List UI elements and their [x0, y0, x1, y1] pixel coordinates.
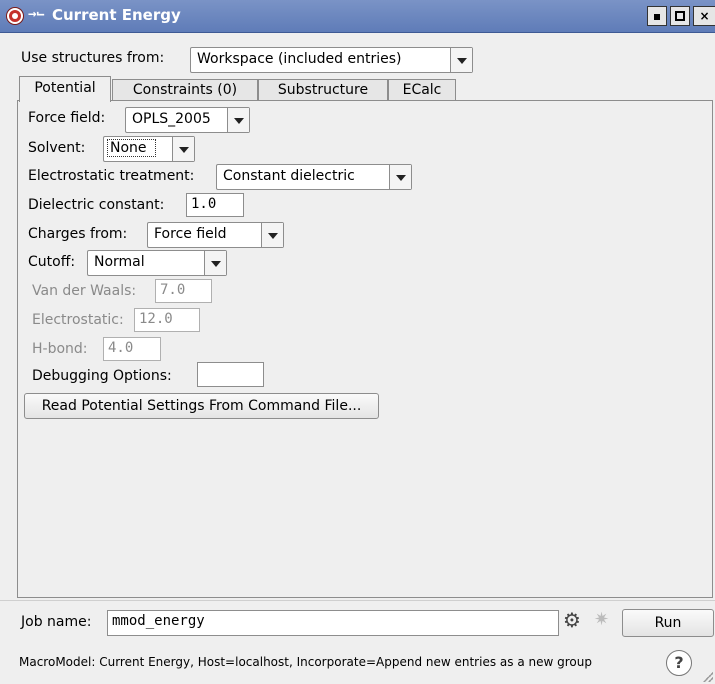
- electrostatic-treatment-label: Electrostatic treatment:: [28, 168, 195, 184]
- electrostatic-cutoff-field[interactable]: 12.0: [134, 308, 200, 332]
- tab-constraints[interactable]: Constraints (0): [112, 79, 258, 101]
- chevron-down-icon: [204, 251, 226, 275]
- charges-from-value: Force field: [154, 226, 227, 242]
- window-title: Current Energy: [52, 6, 181, 24]
- spinner-icon: ✷: [594, 609, 610, 630]
- tab-potential[interactable]: Potential: [19, 76, 111, 102]
- chevron-down-icon: [261, 223, 283, 247]
- tab-ecalc[interactable]: ECalc: [388, 79, 456, 101]
- job-name-field[interactable]: mmod_energy: [107, 610, 559, 636]
- close-button[interactable]: ×: [693, 6, 715, 26]
- status-text: MacroModel: Current Energy, Host=localho…: [19, 655, 592, 669]
- help-icon[interactable]: ?: [666, 650, 692, 676]
- cutoff-select[interactable]: Normal: [87, 250, 227, 276]
- title-bar: →⌙ Current Energy ×: [0, 0, 715, 33]
- cutoff-value: Normal: [94, 254, 145, 270]
- gear-icon[interactable]: ⚙: [563, 609, 581, 631]
- app-icon[interactable]: [7, 8, 23, 24]
- chevron-down-icon: [389, 165, 411, 189]
- vdw-cutoff-label: Van der Waals:: [32, 283, 137, 299]
- chevron-down-icon: [227, 108, 249, 132]
- solvent-value: None: [107, 139, 156, 157]
- read-potential-settings-button[interactable]: Read Potential Settings From Command Fil…: [24, 393, 379, 419]
- electrostatic-treatment-select[interactable]: Constant dielectric: [216, 164, 412, 190]
- cutoff-label: Cutoff:: [28, 254, 76, 270]
- pin-icon[interactable]: →⌙: [28, 6, 45, 22]
- vdw-cutoff-field[interactable]: 7.0: [155, 279, 212, 303]
- job-name-label: Job name:: [21, 614, 92, 630]
- tab-substructure[interactable]: Substructure: [258, 79, 388, 101]
- force-field-label: Force field:: [28, 110, 106, 126]
- solvent-label: Solvent:: [28, 140, 86, 156]
- dielectric-constant-field[interactable]: 1.0: [186, 193, 244, 217]
- solvent-select[interactable]: None: [103, 136, 195, 162]
- use-structures-label: Use structures from:: [21, 50, 165, 66]
- maximize-icon: [675, 11, 685, 21]
- hbond-cutoff-label: H-bond:: [32, 341, 88, 357]
- electrostatic-treatment-value: Constant dielectric: [223, 168, 355, 184]
- electrostatic-cutoff-label: Electrostatic:: [32, 312, 124, 328]
- run-button[interactable]: Run: [622, 609, 714, 637]
- maximize-button[interactable]: [670, 6, 690, 26]
- structure-source-value: Workspace (included entries): [197, 51, 402, 67]
- debugging-options-field[interactable]: [197, 362, 264, 387]
- minimize-icon: [654, 14, 660, 20]
- hbond-cutoff-field[interactable]: 4.0: [103, 337, 161, 361]
- chevron-down-icon: [172, 137, 194, 161]
- structure-source-select[interactable]: Workspace (included entries): [190, 47, 473, 73]
- chevron-down-icon: [450, 48, 472, 72]
- minimize-button[interactable]: [647, 6, 667, 26]
- force-field-value: OPLS_2005: [132, 111, 211, 127]
- resize-grip-icon[interactable]: [703, 672, 713, 682]
- divider: [0, 600, 715, 601]
- dielectric-constant-label: Dielectric constant:: [28, 197, 165, 213]
- debugging-options-label: Debugging Options:: [32, 368, 172, 384]
- charges-from-label: Charges from:: [28, 226, 128, 242]
- charges-from-select[interactable]: Force field: [147, 222, 284, 248]
- force-field-select[interactable]: OPLS_2005: [125, 107, 250, 133]
